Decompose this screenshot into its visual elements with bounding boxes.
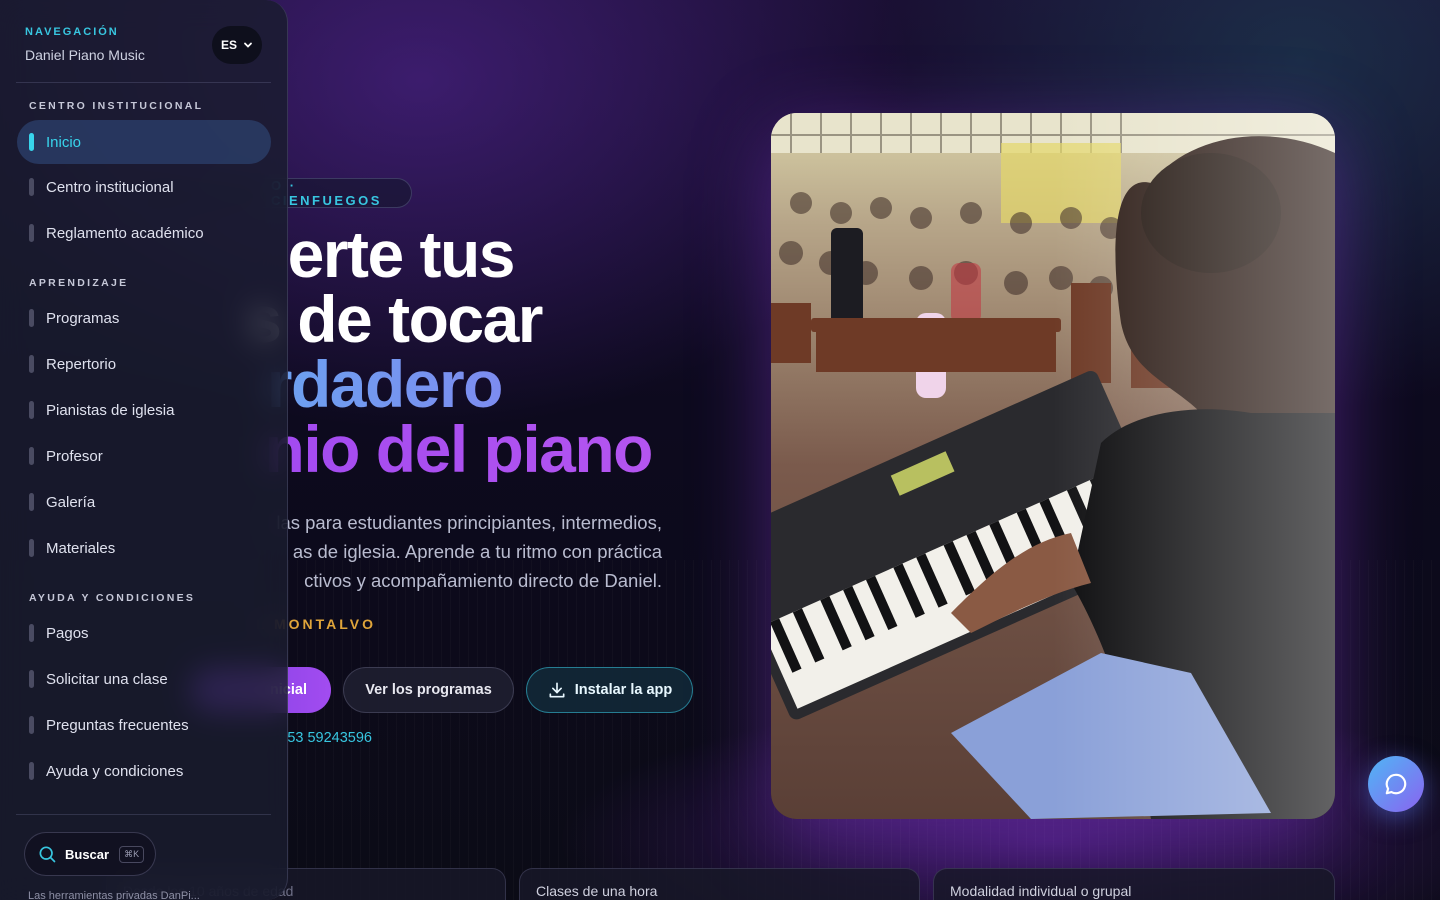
nav-indicator [29,224,34,242]
sidebar-item-materiales[interactable]: Materiales [17,526,271,570]
sidebar-item-label: Repertorio [46,355,117,373]
nav-indicator [29,309,34,327]
language-value: ES [220,38,237,52]
nav-indicator [29,624,34,642]
sidebar-item-pagos[interactable]: Pagos [17,611,271,655]
sidebar-item-label: Pianistas de iglesia [46,401,175,419]
sidebar-divider [16,82,271,83]
sidebar-navigation: NAVEGACIÓN Daniel Piano Music ES CENTRO … [0,0,288,900]
sidebar-footer-text: Las herramientas privadas DanPi... [28,890,200,900]
sidebar-item-label: Inicio [46,133,82,151]
sidebar-item-centro-institucional[interactable]: Centro institucional [17,165,271,209]
nav-indicator [29,670,34,688]
nav-indicator [29,355,34,373]
chevron-down-icon [244,42,252,48]
install-app-button[interactable]: Instalar la app [526,667,693,713]
sidebar-item-label: Solicitar una clase [46,670,168,688]
download-icon [549,682,565,698]
sidebar-item-reglamento[interactable]: Reglamento académico [17,211,271,255]
sidebar-item-label: Galería [46,493,96,511]
pianist-photo [771,113,1335,819]
nav-indicator [29,401,34,419]
sidebar-item-programas[interactable]: Programas [17,296,271,340]
section-title-learning: APRENDIZAJE [29,277,129,289]
sidebar-header: NAVEGACIÓN Daniel Piano Music [25,26,145,63]
nav-indicator [29,178,34,196]
sidebar-item-preguntas[interactable]: Preguntas frecuentes [17,703,271,747]
search-button[interactable]: Buscar ⌘K [24,832,156,876]
sidebar-item-galeria[interactable]: Galería [17,480,271,524]
sidebar-item-repertorio[interactable]: Repertorio [17,342,271,386]
section-title-help: AYUDA Y CONDICIONES [29,592,196,604]
nav-indicator [29,762,34,780]
sidebar-item-profesor[interactable]: Profesor [17,434,271,478]
section-title-institutional: CENTRO INSTITUCIONAL [29,100,204,112]
sidebar-item-solicitar-clase[interactable]: Solicitar una clase [17,657,271,701]
view-programs-button[interactable]: Ver los programas [343,667,514,713]
sidebar-item-inicio[interactable]: Inicio [17,120,271,164]
search-shortcut: ⌘K [119,845,145,863]
nav-indicator [29,447,34,465]
sidebar-item-label: Reglamento académico [46,224,204,242]
sidebar-item-label: Materiales [46,539,116,557]
sidebar-item-ayuda[interactable]: Ayuda y condiciones [17,749,271,793]
sidebar-divider [16,814,271,815]
sidebar-kicker: NAVEGACIÓN [25,26,119,38]
sidebar-item-label: Preguntas frecuentes [46,716,189,734]
sidebar-item-label: Programas [46,309,120,327]
nav-indicator [29,133,34,151]
sidebar-item-label: Pagos [46,624,89,642]
chat-button[interactable] [1368,756,1424,812]
sidebar-item-label: Ayuda y condiciones [46,762,184,780]
feature-card-duration: Clases de una hora [519,868,920,900]
chat-bubble-icon [1385,773,1407,795]
language-selector[interactable]: ES [212,26,262,64]
nav-indicator [29,716,34,734]
install-app-label: Instalar la app [574,682,673,698]
nav-indicator [29,539,34,557]
sidebar-brand: Daniel Piano Music [25,47,145,63]
search-icon [39,846,56,863]
search-label: Buscar [65,846,110,862]
sidebar-item-label: Profesor [46,447,103,465]
nav-indicator [29,493,34,511]
sidebar-item-pianistas[interactable]: Pianistas de iglesia [17,388,271,432]
feature-card-modality: Modalidad individual o grupal [933,868,1335,900]
sidebar-item-label: Centro institucional [46,178,174,196]
